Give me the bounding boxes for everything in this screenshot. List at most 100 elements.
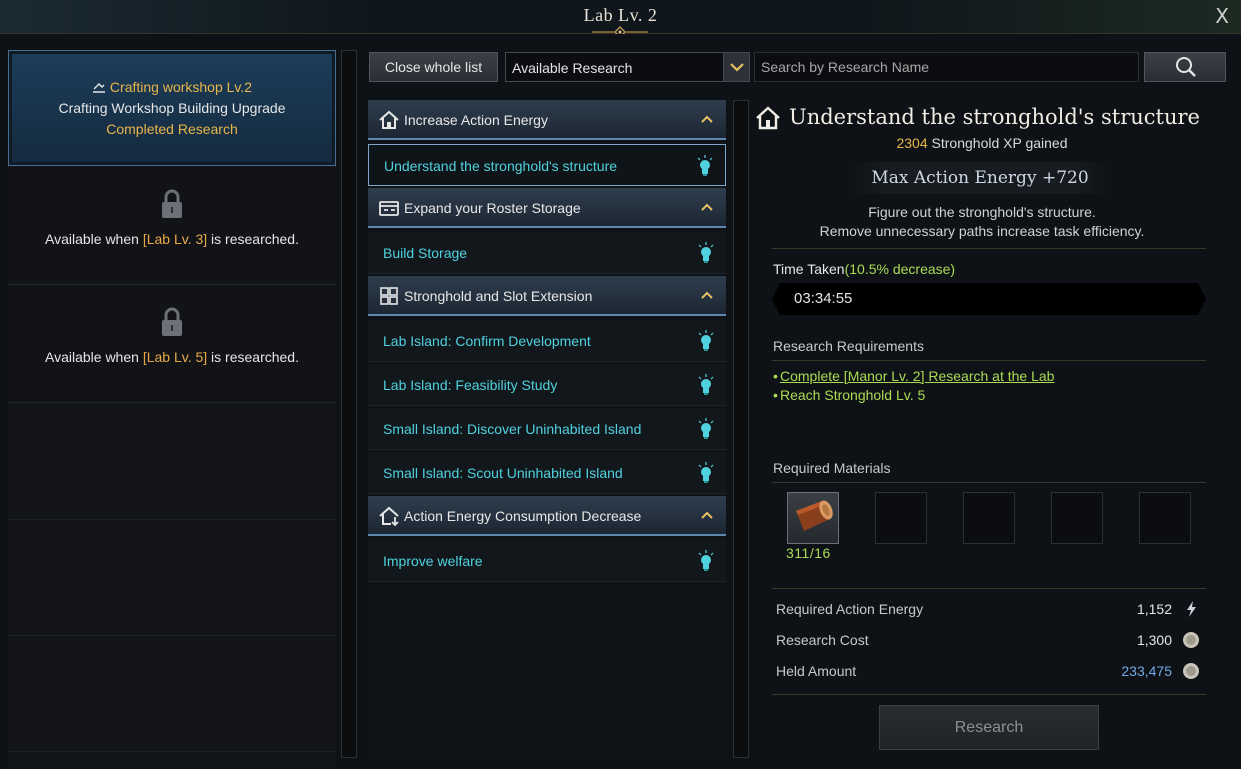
held-amount-value: 233,475: [1121, 663, 1172, 679]
workshop-icon: [92, 83, 105, 93]
storage-icon: [379, 201, 399, 216]
research-bonus: Max Action Energy +720: [850, 162, 1110, 194]
category-label: Expand your Roster Storage: [404, 200, 581, 216]
category-header-stronghold-slot-extension[interactable]: Stronghold and Slot Extension: [368, 276, 726, 316]
research-detail-panel: Understand the stronghold's structure 23…: [752, 100, 1230, 758]
divider: [772, 588, 1206, 589]
research-description: Figure out the stronghold's structure. R…: [752, 203, 1212, 241]
research-item-understand-structure[interactable]: Understand the stronghold's structure: [368, 144, 726, 186]
materials-label: Required Materials: [773, 460, 891, 476]
house-icon: [379, 110, 399, 129]
requirements-label: Research Requirements: [773, 338, 924, 354]
material-slot-timber[interactable]: [787, 492, 839, 544]
required-energy-value: 1,152: [1136, 601, 1172, 617]
window-title: Lab Lv. 2: [583, 5, 658, 25]
xp-suffix: Stronghold XP gained: [927, 135, 1068, 151]
category-header-roster-storage[interactable]: Expand your Roster Storage: [368, 188, 726, 228]
time-value: 03:34:55: [794, 290, 853, 307]
held-amount-label: Held Amount: [776, 663, 857, 679]
chevron-up-icon: [701, 291, 713, 299]
timber-log-icon: [796, 500, 833, 531]
locked-suffix: is researched.: [207, 349, 299, 365]
locked-prefix: Available when: [45, 349, 143, 365]
research-button[interactable]: Research: [879, 705, 1099, 750]
lightbulb-icon: [698, 330, 714, 351]
chevron-up-icon: [701, 203, 713, 211]
time-decrease: (10.5% decrease): [844, 261, 956, 277]
active-card-status: Completed Research: [106, 121, 238, 137]
empty-slot: [8, 520, 336, 636]
category-label: Increase Action Energy: [404, 112, 548, 128]
lab-level-card-active[interactable]: Crafting workshop Lv.2 Crafting Workshop…: [8, 50, 336, 166]
research-filter-dropdown[interactable]: Available Research: [505, 52, 750, 82]
chevron-down-icon[interactable]: [723, 53, 749, 81]
divider: [772, 694, 1206, 695]
research-item-label: Lab Island: Feasibility Study: [383, 377, 558, 393]
lightbulb-icon: [698, 242, 714, 263]
material-slot-empty: [875, 492, 927, 544]
locked-requirement: [Lab Lv. 3]: [142, 231, 208, 247]
lightbulb-icon: [698, 550, 714, 571]
active-card-subtitle: Crafting Workshop Building Upgrade: [58, 100, 286, 116]
research-item-label: Build Storage: [383, 245, 468, 261]
research-item-improve-welfare[interactable]: Improve welfare: [368, 540, 726, 582]
chevron-up-icon: [701, 511, 713, 519]
research-item-label: Understand the stronghold's structure: [384, 158, 618, 174]
research-cost-value: 1,300: [1136, 632, 1172, 648]
xp-amount: 2304: [896, 135, 928, 151]
material-slot-empty: [963, 492, 1015, 544]
lock-icon: [159, 306, 185, 338]
research-item-discover-island[interactable]: Small Island: Discover Uninhabited Islan…: [368, 408, 726, 450]
research-item-lab-confirm-development[interactable]: Lab Island: Confirm Development: [368, 320, 726, 362]
required-energy-label: Required Action Energy: [776, 601, 924, 617]
action-energy-icon: [1187, 601, 1196, 617]
close-whole-list-button[interactable]: Close whole list: [369, 52, 498, 82]
search-button[interactable]: [1144, 52, 1226, 82]
close-window-button[interactable]: X: [1215, 4, 1229, 28]
locked-requirement-text: Available when [Lab Lv. 5] is researched…: [8, 349, 336, 365]
lab-level-panel: Crafting workshop Lv.2 Crafting Workshop…: [8, 50, 336, 769]
lab-level-card-locked: Available when [Lab Lv. 5] is researched…: [8, 286, 336, 403]
category-label: Stronghold and Slot Extension: [404, 288, 593, 304]
lightbulb-icon: [698, 374, 714, 395]
locked-prefix: Available when: [45, 231, 143, 247]
material-count: 311/16: [786, 545, 831, 561]
research-item-label: Lab Island: Confirm Development: [383, 333, 591, 349]
research-cost-label: Research Cost: [776, 632, 869, 648]
left-scrollbar[interactable]: [341, 50, 357, 758]
locked-requirement-text: Available when [Lab Lv. 3] is researched…: [8, 231, 336, 247]
search-input[interactable]: [754, 52, 1139, 82]
description-line: Figure out the stronghold's structure.: [868, 204, 1096, 220]
locked-requirement: [Lab Lv. 5]: [142, 349, 208, 365]
silver-coin-icon: [1183, 632, 1199, 648]
requirement-manor-link[interactable]: Complete [Manor Lv. 2] Research at the L…: [773, 368, 1054, 384]
material-slot-empty: [1139, 492, 1191, 544]
divider: [772, 482, 1206, 483]
research-item-build-storage[interactable]: Build Storage: [368, 232, 726, 274]
chevron-up-icon: [701, 115, 713, 123]
requirement-stronghold-level: Reach Stronghold Lv. 5: [773, 387, 925, 403]
title-bar: Lab Lv. 2 X: [0, 0, 1241, 38]
research-item-lab-feasibility-study[interactable]: Lab Island: Feasibility Study: [368, 364, 726, 406]
divider: [772, 248, 1206, 249]
material-slot-empty: [1051, 492, 1103, 544]
category-header-energy-consumption-decrease[interactable]: Action Energy Consumption Decrease: [368, 496, 726, 536]
lab-level-card-locked: Available when [Lab Lv. 3] is researched…: [8, 168, 336, 285]
research-item-label: Small Island: Discover Uninhabited Islan…: [383, 421, 642, 437]
grid-icon: [380, 287, 398, 305]
time-label: Time Taken: [773, 261, 845, 277]
search-icon: [1176, 57, 1196, 77]
list-scrollbar[interactable]: [733, 100, 749, 758]
research-item-label: Small Island: Scout Uninhabited Island: [383, 465, 623, 481]
house-down-icon: [379, 506, 399, 527]
active-card-title-text: Crafting workshop Lv.2: [109, 79, 253, 95]
silver-coin-icon: [1183, 663, 1199, 679]
divider: [772, 360, 1206, 361]
research-item-label: Improve welfare: [383, 553, 483, 569]
time-taken-label: Time Taken(10.5% decrease): [773, 261, 955, 277]
active-card-title: Crafting workshop Lv.2: [9, 79, 335, 95]
xp-gained: 2304 Stronghold XP gained: [752, 135, 1212, 151]
category-header-increase-action-energy[interactable]: Increase Action Energy: [368, 100, 726, 140]
research-list: Increase Action Energy Understand the st…: [368, 100, 726, 758]
research-item-scout-island[interactable]: Small Island: Scout Uninhabited Island: [368, 452, 726, 494]
